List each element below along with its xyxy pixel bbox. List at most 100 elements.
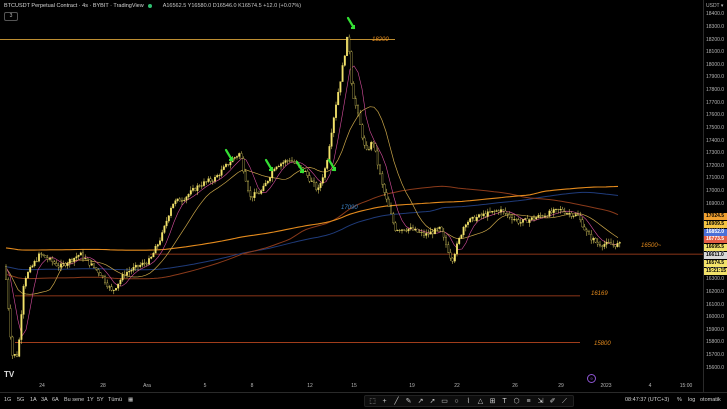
ray-icon[interactable]: ↗ — [416, 397, 425, 406]
candle-body — [205, 181, 208, 183]
select-icon[interactable]: ⬚ — [368, 397, 377, 406]
candle-body — [55, 263, 58, 267]
fib-icon[interactable]: ≡ — [524, 397, 533, 406]
candle-body — [328, 146, 331, 161]
candle-body — [167, 215, 170, 222]
timeframe-button[interactable]: 5G — [17, 397, 24, 403]
timeframe-button[interactable]: 1A — [30, 397, 37, 403]
candle-body — [73, 257, 76, 262]
candle-body — [467, 221, 469, 225]
ruler-icon[interactable]: ⊞ — [488, 397, 497, 406]
time-tick-label: 28 — [100, 383, 106, 389]
timeframe-button[interactable]: Tümü — [108, 397, 122, 403]
calendar-icon[interactable]: ▦ — [128, 397, 133, 403]
candle-body — [112, 289, 115, 291]
candle-body — [579, 215, 582, 220]
triangle-icon[interactable]: △ — [476, 397, 485, 406]
pencil-icon[interactable]: ✐ — [548, 397, 557, 406]
candle-body — [337, 92, 340, 106]
candle-body — [163, 225, 166, 233]
candle-body — [599, 244, 601, 247]
price-label-icon[interactable]: ⬡ — [512, 397, 521, 406]
text-icon[interactable]: T — [500, 397, 509, 406]
time-tick-label: 22 — [454, 383, 460, 389]
percent-toggle[interactable]: % — [677, 397, 682, 403]
price-tag-label: 17024.5 — [704, 213, 727, 220]
candle-body — [154, 246, 157, 254]
candle-body — [99, 272, 102, 276]
price-chart[interactable] — [0, 0, 703, 392]
measure-icon[interactable]: ⇲ — [536, 397, 545, 406]
candle-body — [31, 265, 34, 268]
time-tick-label: 19 — [409, 383, 415, 389]
candle-body — [330, 132, 333, 147]
candle-body — [502, 209, 505, 212]
timeframe-button[interactable]: 5Y — [97, 397, 104, 403]
circle-icon[interactable]: ○ — [452, 397, 461, 406]
candle-body — [229, 161, 232, 166]
trendline-icon[interactable]: ╱ — [392, 397, 401, 406]
candle-body — [42, 254, 45, 256]
timeframe-button[interactable]: 6A — [52, 397, 59, 403]
time-tick-label: 8 — [250, 383, 254, 389]
price-tick-label: 15900.0 — [706, 326, 725, 333]
chart-area[interactable]: BTCUSDT Perpetual Contract · 4s · BYBIT … — [0, 0, 703, 392]
candle-body — [471, 216, 474, 219]
candle-body — [220, 169, 223, 176]
candle-body — [225, 164, 227, 167]
price-tick-label: 17800.0 — [706, 87, 725, 94]
path-icon[interactable]: ⌇ — [464, 397, 473, 406]
candle-body — [376, 150, 379, 166]
candle-body — [258, 193, 260, 195]
candle-body — [361, 124, 364, 139]
candle-body — [423, 232, 425, 236]
log-toggle[interactable]: log — [688, 397, 695, 403]
candle-body — [200, 185, 203, 187]
pen-icon[interactable]: ✎ — [404, 397, 413, 406]
candle-body — [354, 98, 357, 106]
candle-body — [40, 253, 43, 255]
candle-body — [559, 209, 562, 210]
candle-body — [374, 143, 377, 152]
candle-body — [546, 215, 549, 217]
candle-body — [409, 227, 412, 229]
candle-body — [194, 188, 197, 191]
candle-body — [440, 226, 443, 232]
candle-body — [577, 214, 579, 216]
candle-body — [500, 209, 502, 213]
candle-body — [566, 212, 568, 214]
candle-body — [315, 182, 318, 190]
candle-body — [282, 162, 285, 164]
candle-body — [192, 188, 194, 191]
timeframe-button[interactable]: 1Y — [87, 397, 94, 403]
time-axis[interactable]: 24 28 Ara 5 8 12 15 19 22 26 29 2023 4 15:00 — [0, 381, 703, 392]
price-tick-label: 18100.0 — [706, 49, 725, 56]
candle-body — [550, 210, 553, 213]
candle-body — [24, 277, 27, 287]
currency-selector[interactable]: USDT ▾ — [706, 3, 723, 9]
crosshair-icon[interactable]: + — [380, 397, 389, 406]
price-tag-label: 16611.0 — [704, 252, 727, 259]
timeframe-button[interactable]: Bu sene — [64, 397, 84, 403]
brush-icon[interactable]: ⟋ — [560, 397, 569, 406]
candle-body — [482, 213, 485, 216]
candle-body — [515, 219, 518, 221]
arrow-icon[interactable]: ➚ — [428, 397, 437, 406]
indicator-collapse-button[interactable]: 3 — [4, 12, 18, 21]
price-axis[interactable]: USDT ▾ 18400.0 18300.0 18200.0 18100.0 18000… — [703, 0, 727, 392]
clock-readout[interactable]: 08:47:37 (UTC+3) — [625, 397, 669, 403]
candle-body — [51, 257, 54, 262]
rectangle-icon[interactable]: ▭ — [440, 397, 449, 406]
symbol-title[interactable]: BTCUSDT Perpetual Contract · 4s · BYBIT … — [4, 3, 144, 9]
auto-scale-toggle[interactable]: otomatik — [700, 397, 721, 403]
timeframe-button[interactable]: 3A — [41, 397, 48, 403]
candle-body — [183, 199, 186, 201]
candle-body — [16, 354, 18, 357]
tradingview-logo-icon[interactable]: TV — [4, 370, 14, 380]
timeframe-button[interactable]: 1G — [4, 397, 11, 403]
candle-body — [104, 276, 106, 284]
candle-body — [539, 215, 542, 217]
annotation-17090: 17090 — [341, 205, 358, 211]
candle-body — [62, 263, 65, 265]
candle-body — [159, 240, 161, 245]
